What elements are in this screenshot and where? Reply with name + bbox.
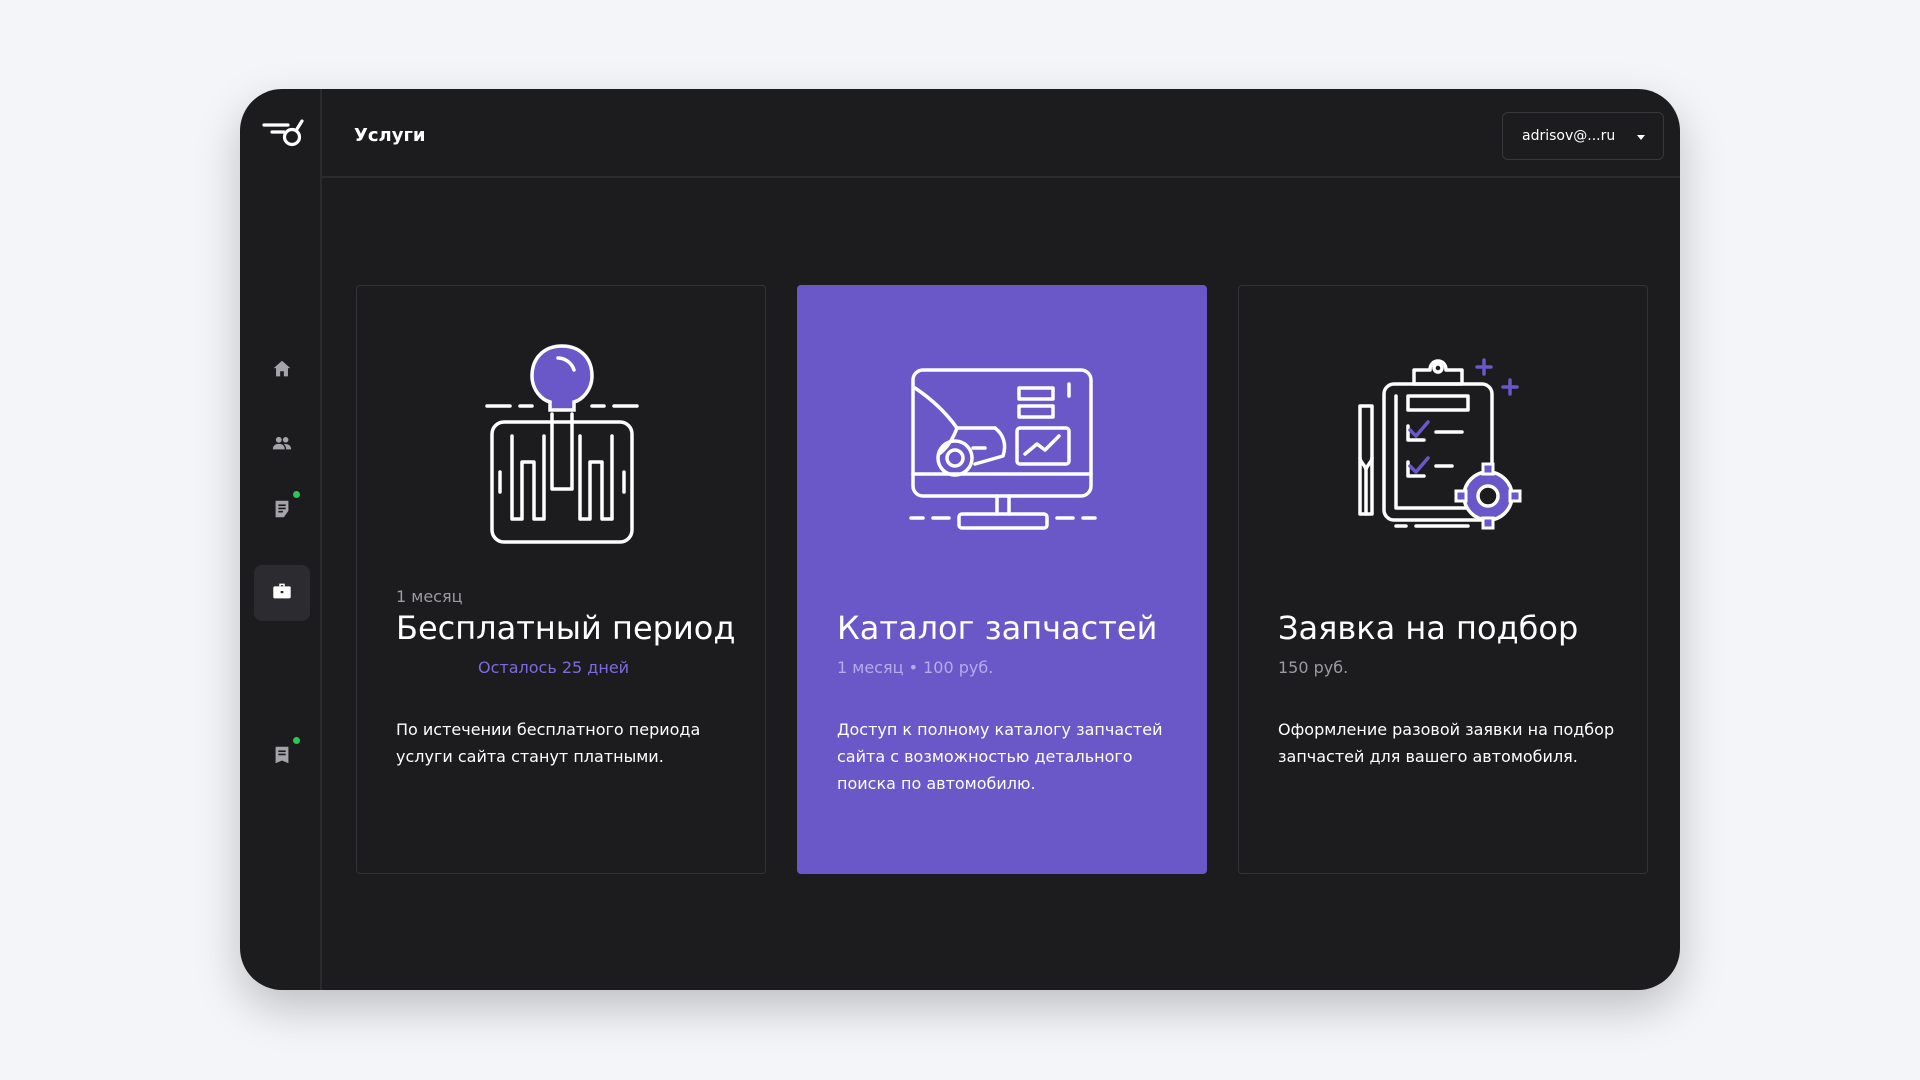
receipt-icon <box>271 744 293 770</box>
sidebar-item-users[interactable] <box>254 417 310 473</box>
card-title: Заявка на подбор <box>1278 609 1579 647</box>
sidebar <box>240 89 322 990</box>
monitor-catalog-icon <box>903 344 1103 544</box>
card-title: Каталог запчастей <box>837 609 1158 647</box>
sidebar-item-receipts[interactable] <box>254 729 310 785</box>
card-subtitle: Осталось 25 дней <box>478 658 630 677</box>
card-description: По истечении бесплатного периода услуги … <box>396 720 701 766</box>
briefcase-icon <box>271 580 293 606</box>
document-icon <box>271 498 293 524</box>
gear-shifter-icon <box>462 344 662 544</box>
notification-badge <box>293 491 300 498</box>
chevron-down-icon <box>1637 135 1645 140</box>
user-account-dropdown[interactable]: adrisov@...ru <box>1502 112 1664 160</box>
card-parts-catalog[interactable]: Каталог запчастей 1 месяц • 100 руб. Дос… <box>797 285 1207 874</box>
sidebar-item-services[interactable] <box>254 565 310 621</box>
card-description: Доступ к полному каталогу запчастей сайт… <box>837 720 1163 793</box>
card-parts-request[interactable]: Заявка на подбор 150 руб. Оформление раз… <box>1238 285 1648 874</box>
sidebar-item-documents[interactable] <box>254 483 310 539</box>
card-subtitle: 1 месяц • 100 руб. <box>837 658 994 677</box>
notification-badge <box>293 737 300 744</box>
sidebar-item-home[interactable] <box>254 343 310 399</box>
app-window: Услуги adrisov@...ru 1 месяц Бесплатный … <box>240 89 1680 990</box>
header: Услуги adrisov@...ru <box>322 89 1680 178</box>
card-period: 1 месяц <box>396 587 463 606</box>
card-subtitle: 150 руб. <box>1278 658 1349 677</box>
user-email: adrisov@...ru <box>1522 128 1616 144</box>
wrench-logo-icon[interactable] <box>262 117 306 151</box>
clipboard-checklist-icon <box>1344 344 1544 544</box>
users-icon <box>271 432 293 458</box>
home-icon <box>271 358 293 384</box>
card-description: Оформление разовой заявки на подбор запч… <box>1278 720 1615 766</box>
card-free-period[interactable]: 1 месяц Бесплатный период Осталось 25 дн… <box>356 285 766 874</box>
card-title: Бесплатный период <box>396 609 736 647</box>
page-title: Услуги <box>354 125 426 146</box>
